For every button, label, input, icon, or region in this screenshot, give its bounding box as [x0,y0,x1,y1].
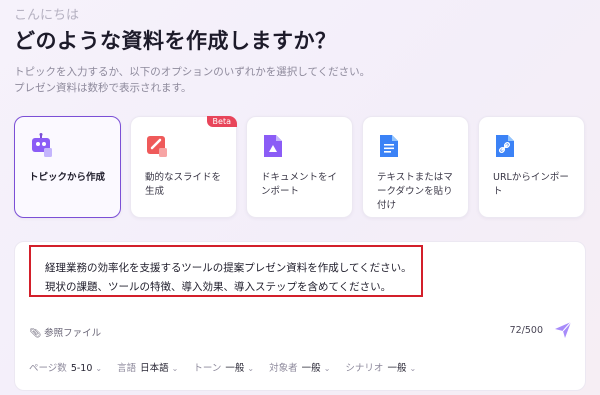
drive-file-icon [264,135,282,157]
beta-badge: Beta [206,116,237,127]
prompt-line-1: 経理業務の効率化を支援するツールの提案プレゼン資料を作成してください。 [45,262,412,274]
subtitle-line-2: プレゼン資料は数秒で表示されます。 [14,82,192,94]
prompt-box[interactable]: 経理業務の効率化を支援するツールの提案プレゼン資料を作成してください。 現状の課… [14,241,586,391]
card-topic[interactable]: トピックから作成 [14,116,121,218]
chevron-down-icon: ⌄ [171,364,179,373]
send-button[interactable] [553,320,573,340]
card-paste-text[interactable]: テキストまたはマークダウンを貼り付け [362,116,469,218]
option-language[interactable]: 言語 日本語 ⌄ [117,360,178,374]
chevron-down-icon: ⌄ [95,364,103,373]
creation-options: トピックから作成 Beta 動的なスライドを生成 ドキュメントをインポート テキ… [14,116,586,218]
card-dynamic-slides[interactable]: Beta 動的なスライドを生成 [130,116,237,218]
page-subtitle: トピックを入力するか、以下のオプションのいずれかを選択してください。 プレゼン資… [14,64,370,96]
greeting: こんにちは [14,8,80,23]
card-label: ドキュメントをインポート [261,172,338,197]
card-label: テキストまたはマークダウンを貼り付け [377,172,453,211]
option-pages[interactable]: ページ数 5-10 ⌄ [29,360,102,374]
paperclip-icon: 📎︎ [29,328,42,339]
chevron-down-icon: ⌄ [323,364,331,373]
slides-icon [147,136,167,157]
chevron-down-icon: ⌄ [409,364,417,373]
card-label: URLからインポート [493,172,569,197]
option-scenario[interactable]: シナリオ 一般 ⌄ [345,360,416,374]
reference-file-button[interactable]: 📎︎ 参照ファイル [29,325,101,339]
option-tone[interactable]: トーン 一般 ⌄ [193,360,254,374]
character-counter: 72/500 [509,325,543,336]
prompt-line-2: 現状の課題、ツールの特徴、導入効果、導入ステップを含めてください。 [45,281,392,293]
option-audience[interactable]: 対象者 一般 ⌄ [269,360,330,374]
card-label: 動的なスライドを生成 [145,172,222,197]
page-title: どのような資料を作成しますか？ [14,29,337,53]
subtitle-line-1: トピックを入力するか、以下のオプションのいずれかを選択してください。 [14,66,371,78]
card-import-document[interactable]: ドキュメントをインポート [246,116,353,218]
generation-options: ページ数 5-10 ⌄ 言語 日本語 ⌄ トーン 一般 ⌄ 対象者 一般 ⌄ シナリオ 一般 ⌄ [29,360,428,374]
chevron-down-icon: ⌄ [247,364,255,373]
reference-file-label: 参照ファイル [44,328,102,339]
card-label: トピックから作成 [29,172,106,183]
card-import-url[interactable]: URLからインポート [478,116,585,218]
prompt-input[interactable]: 経理業務の効率化を支援するツールの提案プレゼン資料を作成してください。 現状の課… [29,245,423,297]
robot-icon [32,133,52,157]
link-doc-icon [496,135,514,157]
text-doc-icon [380,135,398,157]
